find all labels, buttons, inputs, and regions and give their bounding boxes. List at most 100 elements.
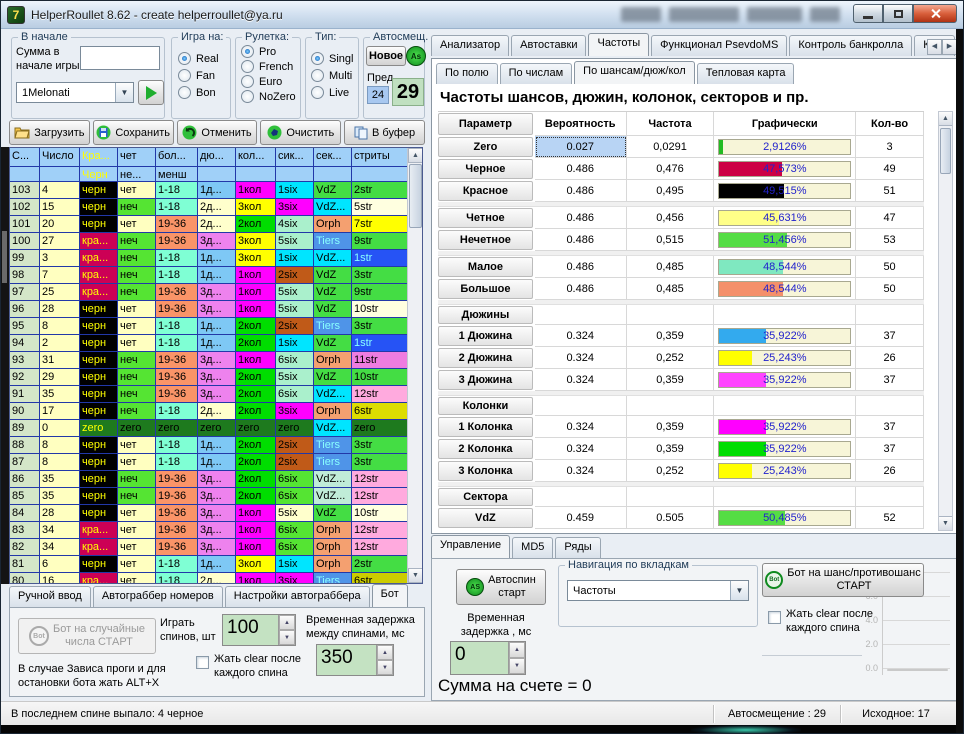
- freq-param-cell[interactable]: 1 Дюжина: [438, 326, 533, 346]
- spins-cell[interactable]: 5six: [276, 233, 314, 250]
- spins-cell[interactable]: 3д...: [198, 471, 236, 488]
- undo-button[interactable]: Отменить: [177, 120, 258, 145]
- spins-cell[interactable]: 2str: [352, 556, 409, 573]
- freq-count-cell[interactable]: 26: [856, 347, 924, 369]
- radio-bon[interactable]: Bon: [178, 86, 219, 99]
- freq-param-cell[interactable]: 3 Дюжина: [438, 370, 533, 390]
- spins-cell[interactable]: черн: [80, 437, 118, 454]
- spins-cell[interactable]: неч: [118, 352, 156, 369]
- spins-cell[interactable]: 1д...: [198, 318, 236, 335]
- play-button[interactable]: [138, 80, 164, 105]
- spins-cell[interactable]: кра...: [80, 573, 118, 584]
- spins-cell[interactable]: черн: [80, 505, 118, 522]
- freq-count-cell[interactable]: 37: [856, 416, 924, 438]
- spins-cell[interactable]: 1six: [276, 182, 314, 199]
- spins-cell[interactable]: 2кол: [236, 488, 276, 505]
- scroll-up-icon[interactable]: ▲: [939, 112, 952, 126]
- spins-cell[interactable]: 35: [40, 471, 80, 488]
- spins-cell[interactable]: неч: [118, 267, 156, 284]
- freq-prob-cell[interactable]: 0.486: [535, 158, 627, 180]
- spins-cell[interactable]: 3кол: [236, 199, 276, 216]
- spins-cell[interactable]: черн: [80, 369, 118, 386]
- freq-prob-cell[interactable]: 0.324: [535, 416, 627, 438]
- spins-cell[interactable]: VdZ: [314, 335, 352, 352]
- spins-cell[interactable]: 99: [10, 250, 40, 267]
- spins-cell[interactable]: чет: [118, 335, 156, 352]
- spins-cell[interactable]: 1-18: [156, 335, 198, 352]
- spins-cell[interactable]: VdZ: [314, 505, 352, 522]
- spins-cell[interactable]: чет: [118, 437, 156, 454]
- spins-cell[interactable]: 4: [40, 182, 80, 199]
- spins-cell[interactable]: 2кол: [236, 335, 276, 352]
- spins-cell[interactable]: zero: [156, 420, 198, 437]
- spins-cell[interactable]: 5six: [276, 505, 314, 522]
- spins-cell[interactable]: zero: [80, 420, 118, 437]
- spins-cell[interactable]: 3д...: [198, 522, 236, 539]
- spins-cell[interactable]: черн: [80, 301, 118, 318]
- freq-prob-cell[interactable]: 0.486: [535, 207, 627, 229]
- freq-param-cell[interactable]: Дюжины: [438, 306, 533, 324]
- stepper-down-icon[interactable]: ▼: [377, 660, 393, 675]
- spins-cell[interactable]: 19-36: [156, 369, 198, 386]
- spins-cell[interactable]: 89: [10, 420, 40, 437]
- spins-cell[interactable]: 93: [10, 352, 40, 369]
- spins-cell[interactable]: 2six: [276, 267, 314, 284]
- freq-param-cell[interactable]: Нечетное: [438, 230, 533, 250]
- spins-cell[interactable]: 6str: [352, 403, 409, 420]
- random-bot-start-button[interactable]: Bot Бот на случайныечисла СТАРТ: [18, 618, 156, 654]
- spins-cell[interactable]: 12str: [352, 539, 409, 556]
- spins-cell[interactable]: VdZ: [314, 284, 352, 301]
- spins-cell[interactable]: Orph: [314, 539, 352, 556]
- spins-cell[interactable]: 9str: [352, 284, 409, 301]
- spins-cell[interactable]: 1д...: [198, 250, 236, 267]
- spins-cell[interactable]: 2кол: [236, 318, 276, 335]
- spins-cell[interactable]: 3д...: [198, 539, 236, 556]
- spins-cell[interactable]: 5six: [276, 284, 314, 301]
- freq-prob-cell[interactable]: 0.324: [535, 369, 627, 391]
- spins-cell[interactable]: 1кол: [236, 573, 276, 584]
- spins-cell[interactable]: 7: [40, 267, 80, 284]
- freq-prob-cell[interactable]: 0.486: [535, 229, 627, 251]
- spins-cell[interactable]: 3д...: [198, 505, 236, 522]
- spins-cell[interactable]: 2д...: [198, 216, 236, 233]
- spins-cell[interactable]: неч: [118, 471, 156, 488]
- spins-cell[interactable]: VdZ...: [314, 250, 352, 267]
- spins-cell[interactable]: 10str: [352, 301, 409, 318]
- spins-cell[interactable]: VdZ...: [314, 488, 352, 505]
- spins-cell[interactable]: 88: [10, 437, 40, 454]
- spins-cell[interactable]: 8: [40, 318, 80, 335]
- spins-cell[interactable]: 3д...: [198, 386, 236, 403]
- freq-param-cell[interactable]: Красное: [438, 181, 533, 201]
- radio-multi[interactable]: Multi: [311, 69, 353, 82]
- spins-cell[interactable]: черн: [80, 454, 118, 471]
- freq-param-cell[interactable]: Четное: [438, 208, 533, 228]
- spins-cell[interactable]: черн: [80, 403, 118, 420]
- spins-cell[interactable]: чет: [118, 216, 156, 233]
- freq-count-cell[interactable]: 52: [856, 507, 924, 529]
- spins-cell[interactable]: 3д...: [198, 352, 236, 369]
- freq-param-cell[interactable]: 1 Колонка: [438, 417, 533, 437]
- spins-cell[interactable]: Tiers: [314, 233, 352, 250]
- spins-cell[interactable]: 0: [40, 420, 80, 437]
- spins-cell[interactable]: 81: [10, 556, 40, 573]
- spins-cell[interactable]: 1кол: [236, 505, 276, 522]
- radio-live[interactable]: Live: [311, 86, 353, 99]
- spins-cell[interactable]: черн: [80, 488, 118, 505]
- freq-prob-cell[interactable]: 0.486: [535, 278, 627, 300]
- spins-count-stepper[interactable]: 100 ▲▼: [222, 614, 296, 646]
- spins-cell[interactable]: 3д...: [198, 488, 236, 505]
- spins-cell[interactable]: 2six: [276, 318, 314, 335]
- spins-cell[interactable]: 6six: [276, 488, 314, 505]
- spins-cell[interactable]: 3str: [352, 454, 409, 471]
- radio-fan[interactable]: Fan: [178, 69, 219, 82]
- spins-cell[interactable]: 6: [40, 556, 80, 573]
- freq-count-cell[interactable]: 37: [856, 438, 924, 460]
- freq-scrollbar[interactable]: ▲ ▼: [938, 111, 953, 531]
- freq-count-cell[interactable]: 37: [856, 325, 924, 347]
- spins-cell[interactable]: 3: [40, 250, 80, 267]
- freq-count-cell[interactable]: 47: [856, 207, 924, 229]
- spins-cell[interactable]: чет: [118, 573, 156, 584]
- spins-cell[interactable]: 5str: [352, 199, 409, 216]
- spins-cell[interactable]: VdZ...: [314, 420, 352, 437]
- spins-cell[interactable]: 35: [40, 386, 80, 403]
